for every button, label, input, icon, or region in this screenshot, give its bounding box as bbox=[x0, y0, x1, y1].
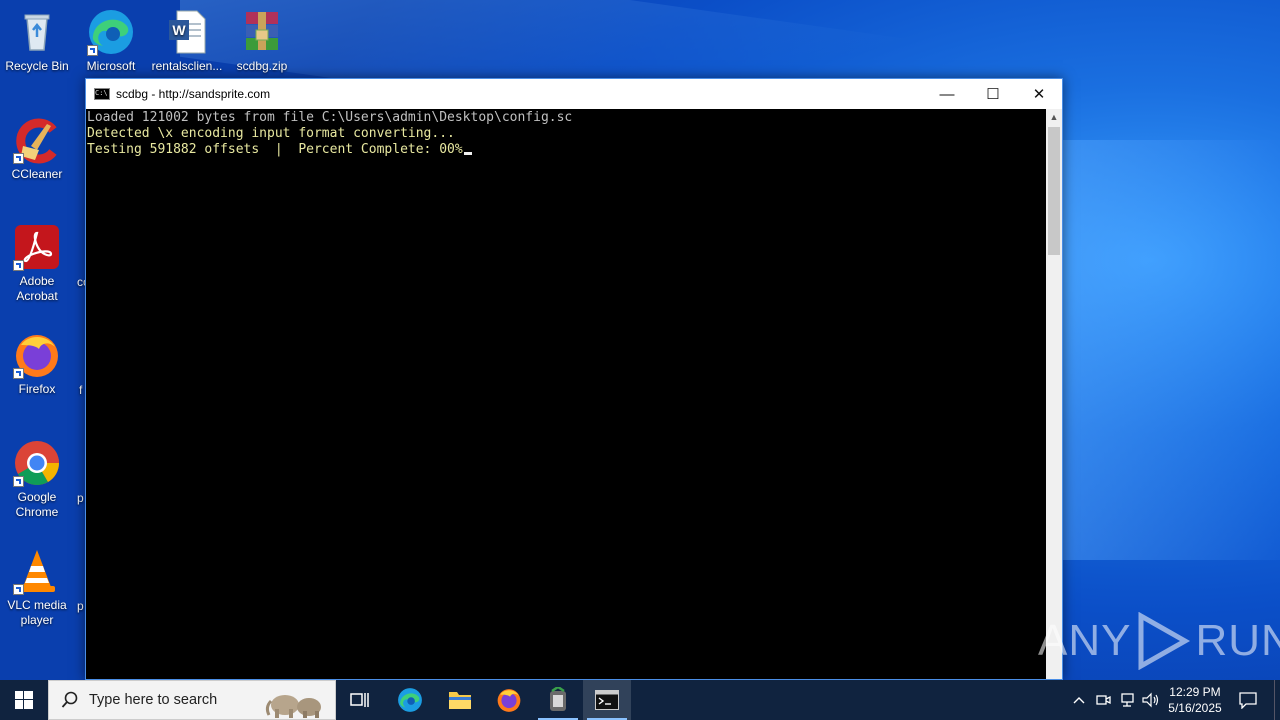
svg-text:W: W bbox=[172, 22, 186, 38]
search-highlight-elephants-icon bbox=[265, 695, 321, 718]
clock-time: 12:29 PM bbox=[1169, 685, 1221, 699]
console-app-icon: C:\ bbox=[94, 88, 110, 100]
scdbg-app-icon bbox=[550, 687, 566, 711]
tray-volume[interactable] bbox=[1140, 680, 1162, 720]
taskbar-command-prompt[interactable] bbox=[583, 680, 631, 720]
desktop-icon-label: Recycle Bin bbox=[5, 59, 69, 73]
desktop-icon-recycle-bin[interactable]: Recycle Bin bbox=[0, 8, 74, 74]
tray-clock[interactable]: 12:29 PM 5/16/2025 bbox=[1162, 680, 1228, 720]
desktop-icon-label: Adobe Acrobat bbox=[16, 274, 58, 303]
console-icon bbox=[595, 690, 619, 710]
taskbar-file-explorer[interactable] bbox=[436, 680, 484, 720]
close-button[interactable]: ✕ bbox=[1016, 79, 1062, 109]
meet-now-icon bbox=[1096, 695, 1111, 705]
text-cursor bbox=[463, 152, 472, 155]
desktop-icon-label: Firefox bbox=[18, 382, 56, 396]
clock-date: 5/16/2025 bbox=[1168, 701, 1222, 715]
winrar-archive-icon bbox=[238, 8, 286, 56]
desktop-icon-google-chrome[interactable]: Google Chrome bbox=[0, 439, 74, 520]
watermark-text-right: RUN bbox=[1195, 616, 1280, 665]
console-window[interactable]: C:\ scdbg - http://sandsprite.com — ☐ ✕ … bbox=[85, 78, 1063, 680]
watermark-text-left: ANY bbox=[1038, 616, 1132, 665]
minimize-button[interactable]: — bbox=[924, 79, 970, 109]
speaker-icon bbox=[1142, 692, 1159, 708]
console-line: Detected \x encoding input format conver… bbox=[87, 126, 455, 141]
folder-icon bbox=[449, 692, 471, 709]
desktop-icon-firefox[interactable]: Firefox bbox=[0, 331, 74, 397]
desktop-icon-vlc-media-player[interactable]: VLC media player bbox=[0, 547, 74, 628]
search-icon bbox=[61, 691, 78, 708]
desktop-icon-label: scdbg.zip bbox=[236, 59, 288, 73]
desktop-icon-label: CCleaner bbox=[11, 167, 63, 181]
play-triangle-icon bbox=[1138, 612, 1191, 670]
notification-icon bbox=[1239, 692, 1257, 709]
taskbar-firefox[interactable] bbox=[485, 680, 533, 720]
hidden-desktop-icon-label: p bbox=[77, 599, 84, 613]
task-view-button[interactable] bbox=[336, 680, 384, 720]
hidden-desktop-icon-label: f bbox=[79, 383, 83, 397]
edge-icon bbox=[398, 688, 422, 712]
show-desktop-button[interactable] bbox=[1274, 680, 1280, 720]
shortcut-arrow-icon bbox=[87, 45, 98, 56]
task-view-icon bbox=[350, 693, 369, 707]
desktop-icon-rentalsclient[interactable]: W rentalsclien... bbox=[150, 8, 224, 74]
desktop-icon-label: Google Chrome bbox=[15, 490, 59, 519]
desktop-icon-ccleaner[interactable]: CCleaner bbox=[0, 116, 74, 182]
taskbar: Type here to search 12:29 PM 5/16/2025 bbox=[0, 680, 1280, 720]
desktop-icon-adobe-acrobat[interactable]: Adobe Acrobat bbox=[0, 223, 74, 304]
desktop-icon-label: VLC media player bbox=[7, 598, 67, 627]
tray-meet-now[interactable] bbox=[1092, 680, 1114, 720]
start-button[interactable] bbox=[0, 680, 48, 720]
console-line: Testing 591882 offsets | Percent Complet… bbox=[87, 142, 463, 157]
shortcut-arrow-icon bbox=[13, 368, 24, 379]
recycle-bin-icon bbox=[13, 8, 61, 56]
chevron-up-icon bbox=[1073, 697, 1085, 704]
desktop-icon-label: rentalsclien... bbox=[151, 59, 223, 73]
taskbar-edge[interactable] bbox=[386, 680, 434, 720]
adobe-acrobat-icon bbox=[13, 223, 61, 271]
desktop-icon-microsoft-edge[interactable]: Microsoft Edge bbox=[74, 8, 148, 74]
show-hidden-icons-button[interactable] bbox=[1068, 680, 1090, 720]
firefox-icon bbox=[497, 689, 521, 712]
firefox-icon bbox=[13, 331, 61, 379]
chrome-icon bbox=[13, 439, 61, 487]
desktop-icon-label: Microsoft Edge bbox=[86, 59, 136, 73]
wallpaper-glow bbox=[1050, 140, 1280, 560]
word-document-icon: W bbox=[163, 8, 211, 56]
shortcut-arrow-icon bbox=[13, 584, 24, 595]
vlc-cone-icon bbox=[13, 547, 61, 595]
windows-logo-icon bbox=[15, 691, 33, 709]
action-center-button[interactable] bbox=[1230, 680, 1266, 720]
search-placeholder: Type here to search bbox=[89, 692, 218, 708]
console-line: Loaded 121002 bytes from file C:\Users\a… bbox=[87, 110, 573, 125]
network-icon bbox=[1121, 693, 1134, 707]
edge-icon bbox=[87, 8, 135, 56]
hidden-desktop-icon-label: p bbox=[77, 491, 84, 505]
vertical-scrollbar[interactable]: ▲ bbox=[1046, 109, 1062, 679]
tray-network[interactable] bbox=[1116, 680, 1138, 720]
shortcut-arrow-icon bbox=[13, 476, 24, 487]
window-titlebar[interactable]: C:\ scdbg - http://sandsprite.com — ☐ ✕ bbox=[86, 79, 1062, 109]
maximize-button[interactable]: ☐ bbox=[970, 79, 1016, 109]
window-title: scdbg - http://sandsprite.com bbox=[116, 87, 271, 101]
scrollbar-thumb[interactable] bbox=[1048, 127, 1060, 255]
taskbar-scdbg[interactable] bbox=[534, 680, 582, 720]
shortcut-arrow-icon bbox=[13, 153, 24, 164]
ccleaner-icon bbox=[13, 116, 61, 164]
anyrun-watermark: ANY RUN bbox=[1038, 610, 1280, 672]
console-output[interactable]: Loaded 121002 bytes from file C:\Users\a… bbox=[86, 109, 1046, 679]
taskbar-search-box[interactable]: Type here to search bbox=[48, 680, 336, 720]
scroll-up-arrow-icon[interactable]: ▲ bbox=[1046, 109, 1062, 125]
desktop-icon-scdbg-zip[interactable]: scdbg.zip bbox=[225, 8, 299, 74]
shortcut-arrow-icon bbox=[13, 260, 24, 271]
